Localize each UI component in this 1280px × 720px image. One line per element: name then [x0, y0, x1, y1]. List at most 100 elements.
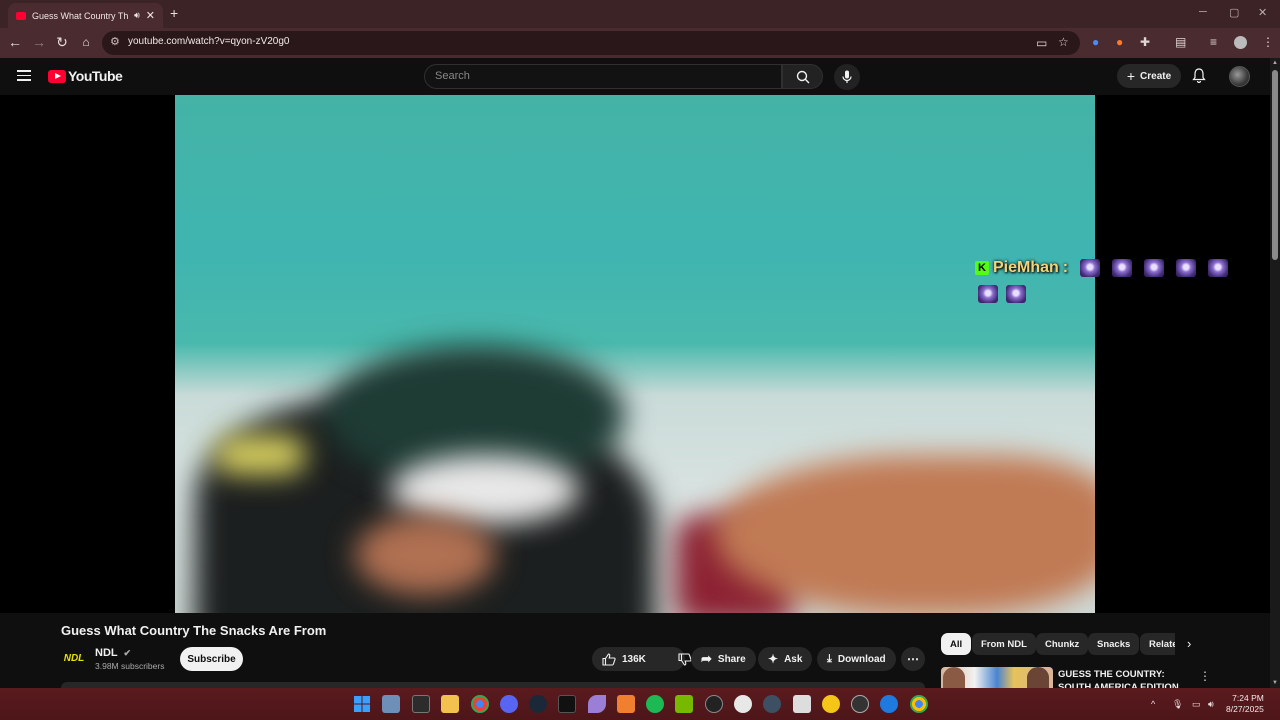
tray-volume-icon[interactable]: 🔊︎: [1208, 699, 1214, 710]
scroll-up-icon[interactable]: ▲: [1272, 60, 1278, 66]
sidepanel-icon[interactable]: ▤: [1175, 35, 1186, 49]
chip-related[interactable]: Relate: [1140, 633, 1175, 655]
speaker-icon[interactable]: 🔊︎: [134, 10, 140, 21]
new-tab-button[interactable]: +: [170, 5, 178, 21]
system-clock[interactable]: 7:24 PM 8/27/2025: [1226, 693, 1264, 715]
search-button[interactable]: [782, 64, 823, 89]
page-scrollbar[interactable]: ▲ ▼: [1270, 58, 1280, 688]
site-info-icon[interactable]: ⚙︎: [110, 35, 120, 48]
scrollbar-thumb[interactable]: [1272, 70, 1278, 260]
media-controls-icon[interactable]: ≡: [1210, 35, 1217, 49]
chat-emote-row: [970, 285, 1026, 303]
tab-title: Guess What Country The Snacks Are From: [32, 10, 129, 21]
account-avatar[interactable]: [1229, 66, 1250, 87]
chip-all[interactable]: All: [941, 633, 972, 655]
forward-icon[interactable]: →: [30, 34, 48, 50]
video-title: Guess What Country The Snacks Are From: [61, 623, 327, 638]
chat-emote-icon: [1006, 285, 1026, 303]
voice-search-button[interactable]: [834, 64, 860, 90]
taskbar-app-dark-icon[interactable]: [558, 695, 576, 713]
share-button[interactable]: ➦ Share: [691, 647, 756, 671]
recommendation-thumbnail[interactable]: [941, 667, 1053, 688]
chat-emote-icon: [1208, 259, 1229, 277]
back-icon[interactable]: ←: [6, 34, 24, 50]
extension-blue-icon[interactable]: ●: [1092, 35, 1099, 49]
chip-snacks[interactable]: Snacks: [1088, 633, 1140, 655]
like-dislike-group: 136K: [592, 647, 692, 671]
taskbar-discord-icon[interactable]: [500, 695, 518, 713]
taskbar-file-explorer-icon[interactable]: [441, 695, 459, 713]
cast-icon[interactable]: ▭: [1036, 36, 1047, 50]
search-input[interactable]: [425, 65, 781, 87]
thumb-face-right: [1027, 667, 1049, 688]
taskbar-app-globe-icon[interactable]: [763, 695, 781, 713]
taskbar-app-yellow-icon[interactable]: [822, 695, 840, 713]
channel-name[interactable]: NDL ✔︎: [95, 647, 131, 659]
taskbar-app-c-icon[interactable]: [734, 695, 752, 713]
search-box: [424, 64, 782, 89]
reload-icon[interactable]: ↻: [53, 34, 71, 51]
more-actions-button[interactable]: ⋯: [901, 647, 925, 671]
youtube-wordmark: YouTube: [68, 68, 123, 84]
taskbar: ^ 🎙︎ ▭ 🔊︎ 7:24 PM 8/27/2025: [0, 688, 1280, 720]
microphone-icon: [842, 70, 852, 83]
maximize-icon[interactable]: ▢: [1229, 6, 1239, 19]
browser-tab[interactable]: Guess What Country The Snacks Are From 🔊…: [8, 3, 163, 28]
taskbar-nvidia-icon[interactable]: [675, 695, 693, 713]
plus-icon: +: [1126, 68, 1136, 84]
taskbar-app-blue-icon[interactable]: [880, 695, 898, 713]
taskbar-feather-icon[interactable]: [588, 695, 606, 713]
taskbar-spotify-icon[interactable]: [646, 695, 664, 713]
close-window-icon[interactable]: ✕: [1258, 6, 1267, 19]
chip-from-ndl[interactable]: From NDL: [972, 633, 1036, 655]
minimize-icon[interactable]: ─: [1199, 6, 1207, 18]
ask-button[interactable]: ✦ Ask: [758, 647, 813, 671]
start-windows-icon[interactable]: [353, 695, 371, 713]
video-frame[interactable]: [175, 95, 1095, 613]
guide-menu-icon[interactable]: [17, 70, 31, 81]
like-count: 136K: [622, 653, 646, 665]
youtube-masthead: YouTube + Create: [0, 58, 1270, 95]
browser-toolbar: ← → ↻ ⌂ ⚙︎ youtube.com/watch?v=qyon-zV20…: [0, 28, 1280, 58]
menu-kebab-icon[interactable]: ⋮: [1262, 35, 1274, 49]
taskbar-app-dial-icon[interactable]: [851, 695, 869, 713]
taskbar-steam-icon[interactable]: [529, 695, 547, 713]
create-label: Create: [1140, 70, 1172, 82]
scroll-down-icon[interactable]: ▼: [1272, 680, 1278, 686]
taskbar-chrome-active-icon[interactable]: [910, 695, 928, 713]
chat-emote-icon: [1144, 259, 1165, 277]
bookmark-star-icon[interactable]: ☆: [1058, 35, 1069, 49]
download-button[interactable]: ⤓ Download: [817, 647, 896, 671]
extension-orange-icon[interactable]: ●: [1116, 35, 1123, 49]
youtube-logo[interactable]: YouTube: [48, 68, 123, 84]
tray-network-icon[interactable]: ▭: [1192, 699, 1201, 710]
video-blur-hand-left: [355, 515, 495, 595]
video-player[interactable]: K PieMhan :: [0, 95, 1270, 613]
taskbar-chrome-icon[interactable]: [471, 695, 489, 713]
share-label: Share: [717, 653, 746, 665]
search-icon: [796, 70, 810, 84]
taskbar-terminal-icon[interactable]: [412, 695, 430, 713]
taskbar-obs-icon[interactable]: [705, 695, 723, 713]
tray-overflow-chevron-icon[interactable]: ^: [1151, 699, 1155, 709]
channel-logo[interactable]: NDL: [61, 647, 87, 667]
recommendation-menu-icon[interactable]: ⋮: [1199, 669, 1211, 683]
chip-chunkz[interactable]: Chunkz: [1036, 633, 1089, 655]
subscribe-button[interactable]: Subscribe: [180, 647, 243, 671]
taskbar-app-orange-icon[interactable]: [617, 695, 635, 713]
chips-next-chevron-icon[interactable]: ›: [1187, 636, 1191, 651]
thumb-face-left: [943, 667, 965, 688]
address-bar[interactable]: ⚙︎ youtube.com/watch?v=qyon-zV20g0 ▭ ☆: [102, 31, 1080, 55]
like-button[interactable]: 136K: [592, 647, 656, 671]
channel-name-text: NDL: [95, 647, 118, 659]
create-button[interactable]: + Create: [1117, 64, 1181, 88]
taskbar-notion-icon[interactable]: [793, 695, 811, 713]
profile-avatar-icon[interactable]: [1234, 36, 1247, 49]
close-tab-icon[interactable]: ✕: [146, 9, 155, 22]
tray-mic-icon[interactable]: 🎙︎: [1172, 699, 1183, 710]
taskbar-photos-icon[interactable]: [382, 695, 400, 713]
home-icon[interactable]: ⌂: [77, 35, 95, 49]
notifications-bell-icon[interactable]: [1192, 68, 1206, 88]
share-arrow-icon: ➦: [701, 651, 712, 666]
extensions-puzzle-icon[interactable]: ✚: [1140, 35, 1150, 49]
